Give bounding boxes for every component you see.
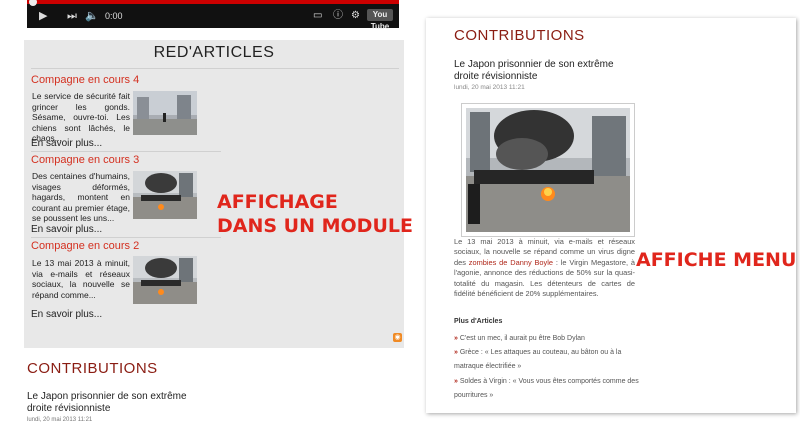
progress-knob[interactable]: [29, 0, 37, 6]
more-articles-heading: Plus d'Articles: [454, 318, 503, 325]
article-title-link[interactable]: Compagne en cours 3: [31, 154, 139, 166]
module-annotation: AFFICHAGE DANS UN MODULE: [217, 190, 413, 238]
article-thumbnail[interactable]: [133, 91, 197, 135]
article-divider: [31, 237, 221, 238]
read-more-link[interactable]: En savoir plus...: [31, 138, 102, 149]
next-icon[interactable]: ⏭: [67, 9, 77, 23]
more-articles-item[interactable]: » Soldes à Virgin : « Vous vous êtes com…: [454, 375, 639, 403]
article-title-link[interactable]: Le Japon prisonnier de son extrême droit…: [27, 391, 207, 415]
article-thumbnail[interactable]: [133, 256, 197, 304]
article-title-link[interactable]: Le Japon prisonnier de son extrême droit…: [454, 59, 634, 83]
subtitles-icon[interactable]: ▭: [313, 9, 322, 23]
progress-bar[interactable]: [27, 0, 399, 4]
read-more-link[interactable]: En savoir plus...: [31, 224, 102, 235]
read-more-link[interactable]: En savoir plus...: [31, 309, 102, 320]
menu-annotation: AFFICHE MENU: [636, 249, 797, 271]
article-excerpt: Des centaines d'humains, visages déformé…: [32, 171, 130, 223]
article-photo[interactable]: [461, 103, 635, 237]
article-body-link[interactable]: zombies de Danny Boyle: [469, 258, 553, 267]
video-player[interactable]: ▶ ⏭ 🔈 0:00 ▭ ⓘ ⚙ You Tube: [27, 0, 399, 31]
annotation-line: DANS UN MODULE: [217, 215, 413, 237]
more-articles-link[interactable]: Soldes à Virgin : « Vous vous êtes compo…: [454, 378, 639, 399]
play-icon[interactable]: ▶: [39, 9, 47, 23]
section-title: CONTRIBUTIONS: [454, 27, 585, 44]
title-divider: [31, 68, 399, 69]
time-display: 0:00: [105, 11, 123, 21]
more-articles-link[interactable]: Grèce : « Les attaques au couteau, au bâ…: [454, 349, 621, 370]
annotation-line: AFFICHAGE: [217, 191, 338, 213]
youtube-logo[interactable]: You Tube: [367, 9, 393, 31]
article-excerpt: Le 13 mai 2013 à minuit, via e-mails et …: [32, 258, 130, 300]
rss-icon[interactable]: ◉: [393, 333, 402, 342]
article-excerpt: Le service de sécurité fait grincer les …: [32, 91, 130, 143]
article-date: lundi, 20 mai 2013 11:21: [454, 84, 525, 91]
settings-icon[interactable]: ⚙: [351, 9, 360, 23]
more-articles-link[interactable]: C'est un mec, il aurait pu être Bob Dyla…: [460, 335, 585, 342]
menu-display-panel: CONTRIBUTIONS Le Japon prisonnier de son…: [426, 18, 796, 413]
article-thumbnail[interactable]: [133, 171, 197, 219]
article-date: lundi, 20 mai 2013 11:21: [27, 417, 93, 423]
article-title-link[interactable]: Compagne en cours 2: [31, 240, 139, 252]
info-icon[interactable]: ⓘ: [333, 9, 343, 23]
more-articles-item[interactable]: » C'est un mec, il aurait pu être Bob Dy…: [454, 332, 639, 346]
article-divider: [31, 151, 221, 152]
article-title-link[interactable]: Compagne en cours 4: [31, 74, 139, 86]
section-title: CONTRIBUTIONS: [27, 360, 158, 377]
article-body: Le 13 mai 2013 à minuit, via e-mails et …: [454, 237, 635, 299]
more-articles-item[interactable]: » Grèce : « Les attaques au couteau, au …: [454, 346, 639, 374]
volume-icon[interactable]: 🔈: [85, 9, 99, 23]
module-title: RED'ARTICLES: [153, 44, 275, 61]
